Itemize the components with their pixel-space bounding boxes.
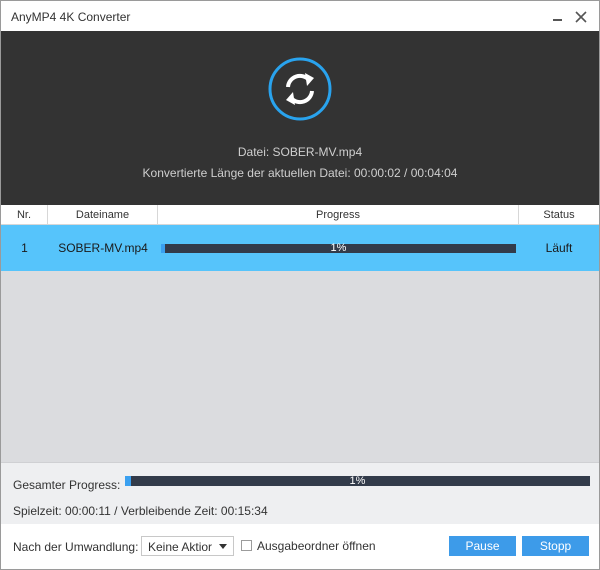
- row-progress-bar: 1%: [161, 242, 516, 254]
- minimize-button[interactable]: [548, 7, 568, 27]
- row-number: 1: [21, 241, 28, 255]
- after-conversion-select[interactable]: Keine Aktior: [141, 536, 234, 556]
- overall-progress-percent: 1%: [349, 475, 366, 487]
- conversion-banner: Datei: SOBER-MV.mp4 Konvertierte Länge d…: [1, 31, 599, 205]
- after-conversion-label: Nach der Umwandlung:: [13, 540, 139, 554]
- column-header-nr[interactable]: Nr.: [1, 205, 48, 225]
- after-conversion-value: Keine Aktior: [148, 540, 213, 554]
- current-file-text: Datei: SOBER-MV.mp4: [237, 145, 363, 159]
- row-filename: SOBER-MV.mp4: [58, 241, 148, 255]
- table-header: Nr. Dateiname Progress Status: [1, 205, 599, 225]
- dropdown-caret-icon: [219, 544, 227, 549]
- overall-progress-panel: Gesamter Progress: 1% Spielzeit: 00:00:1…: [1, 462, 599, 524]
- convert-refresh-icon: [268, 57, 332, 121]
- file-list-empty-area: [1, 271, 599, 462]
- converted-length-text: Konvertierte Länge der aktuellen Datei: …: [142, 166, 458, 180]
- open-output-folder-label[interactable]: Ausgabeordner öffnen: [257, 539, 376, 553]
- close-icon: [575, 11, 587, 23]
- title-bar: AnyMP4 4K Converter: [1, 1, 599, 31]
- row-status: Läuft: [545, 241, 573, 255]
- column-header-filename[interactable]: Dateiname: [48, 205, 158, 225]
- minimize-icon: [553, 19, 562, 21]
- playtime-remaining-text: Spielzeit: 00:00:11 / Verbleibende Zeit:…: [13, 504, 268, 518]
- table-row[interactable]: 1 SOBER-MV.mp4 1% Läuft: [1, 225, 599, 271]
- close-button[interactable]: [571, 7, 591, 27]
- column-header-status[interactable]: Status: [519, 205, 599, 225]
- stop-button[interactable]: Stopp: [522, 536, 589, 556]
- window-title: AnyMP4 4K Converter: [11, 10, 131, 24]
- overall-progress-bar: 1%: [125, 475, 590, 487]
- overall-progress-label: Gesamter Progress:: [13, 478, 121, 492]
- converter-window: AnyMP4 4K Converter Datei: SOBER-MV.mp4 …: [0, 0, 600, 570]
- open-output-folder-checkbox[interactable]: [241, 540, 252, 551]
- pause-button[interactable]: Pause: [449, 536, 516, 556]
- row-progress-label: 1%: [330, 242, 347, 254]
- column-header-progress[interactable]: Progress: [158, 205, 519, 225]
- footer-controls: Nach der Umwandlung: Keine Aktior Ausgab…: [1, 524, 599, 569]
